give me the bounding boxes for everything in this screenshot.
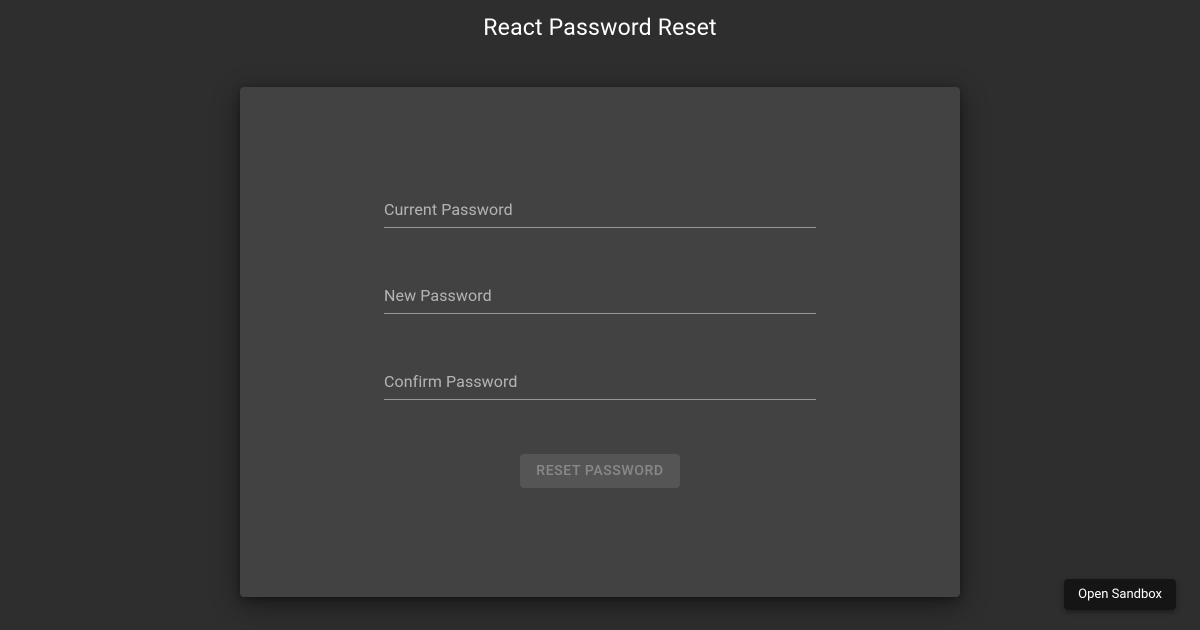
page-title: React Password Reset [0,0,1200,55]
confirm-password-field: Confirm Password [384,368,816,400]
new-password-field: New Password [384,282,816,314]
new-password-input[interactable] [384,282,816,314]
current-password-field: Current Password [384,196,816,228]
current-password-input[interactable] [384,196,816,228]
password-reset-form: Current Password New Password Confirm Pa… [384,196,816,488]
submit-row: RESET PASSWORD [384,454,816,488]
open-sandbox-button[interactable]: Open Sandbox [1064,579,1176,610]
confirm-password-input[interactable] [384,368,816,400]
password-reset-card: Current Password New Password Confirm Pa… [240,87,960,597]
reset-password-button[interactable]: RESET PASSWORD [520,454,679,488]
